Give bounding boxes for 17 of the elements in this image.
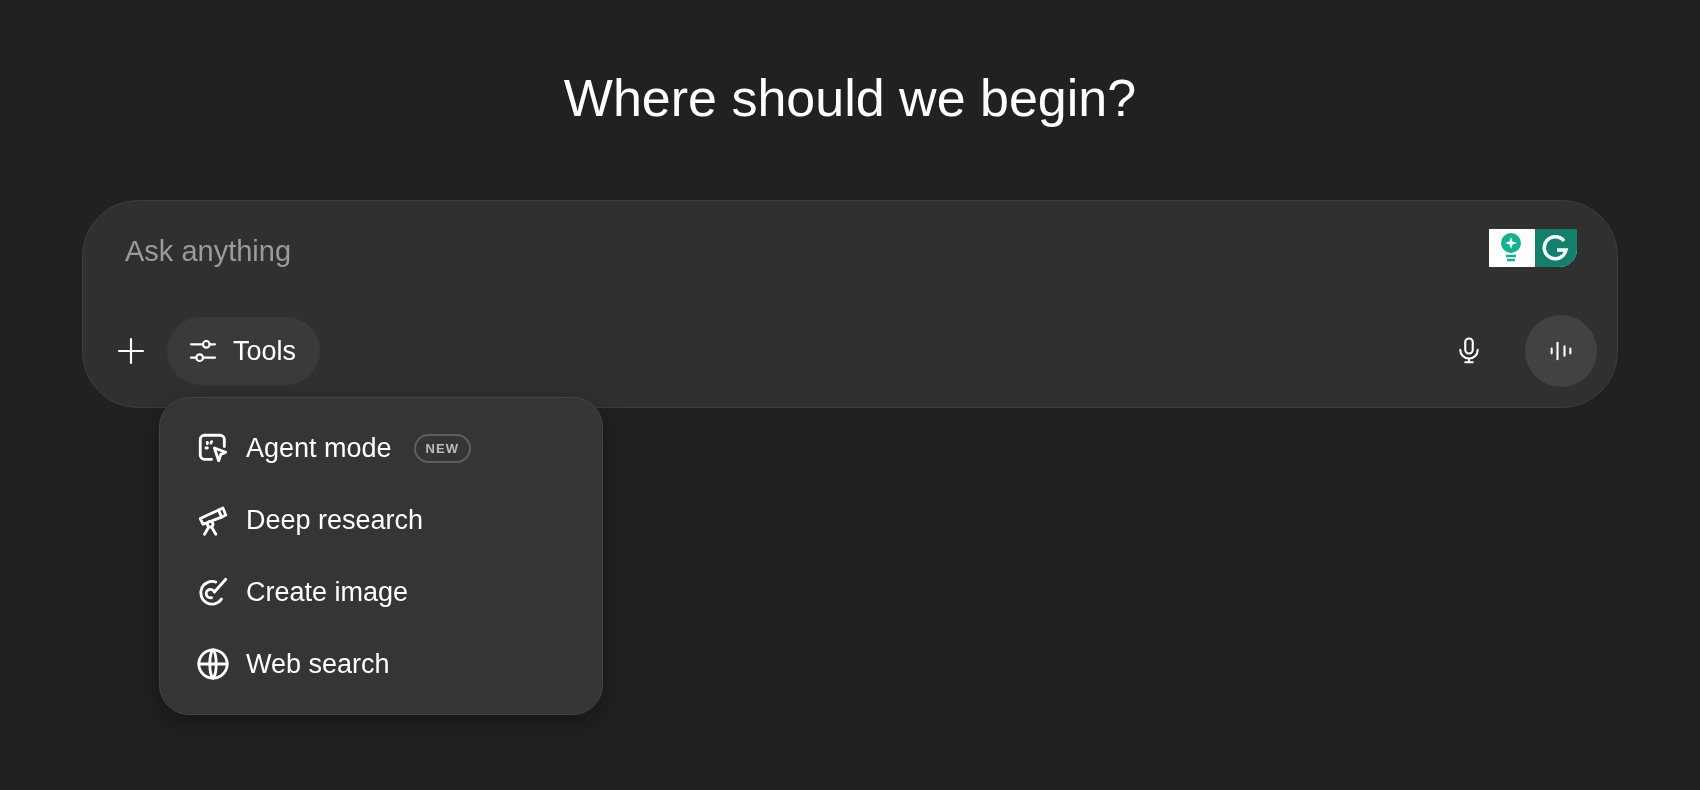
- menu-item-label: Deep research: [246, 504, 424, 536]
- menu-item[interactable]: Web search: [160, 628, 602, 700]
- prompt-input-field[interactable]: Ask anything: [125, 231, 1325, 271]
- new-badge: NEW: [413, 433, 471, 463]
- writing-assistant-icon[interactable]: [1489, 229, 1577, 267]
- menu-item[interactable]: Agent mode NEW: [160, 412, 602, 484]
- paintbrush-icon: [196, 575, 230, 609]
- page-heading: Where should we begin?: [563, 68, 1137, 129]
- menu-item[interactable]: Create image: [160, 556, 602, 628]
- menu-item-label: Web search: [246, 648, 390, 680]
- cursor-icon: [196, 431, 230, 465]
- menu-item[interactable]: Deep research: [160, 484, 602, 556]
- globe-icon: [196, 647, 230, 681]
- tools-button[interactable]: Tools: [167, 317, 321, 385]
- plus-icon: [115, 335, 147, 367]
- menu-item-label: Create image: [246, 576, 409, 608]
- menu-item-label: Agent mode: [246, 432, 392, 464]
